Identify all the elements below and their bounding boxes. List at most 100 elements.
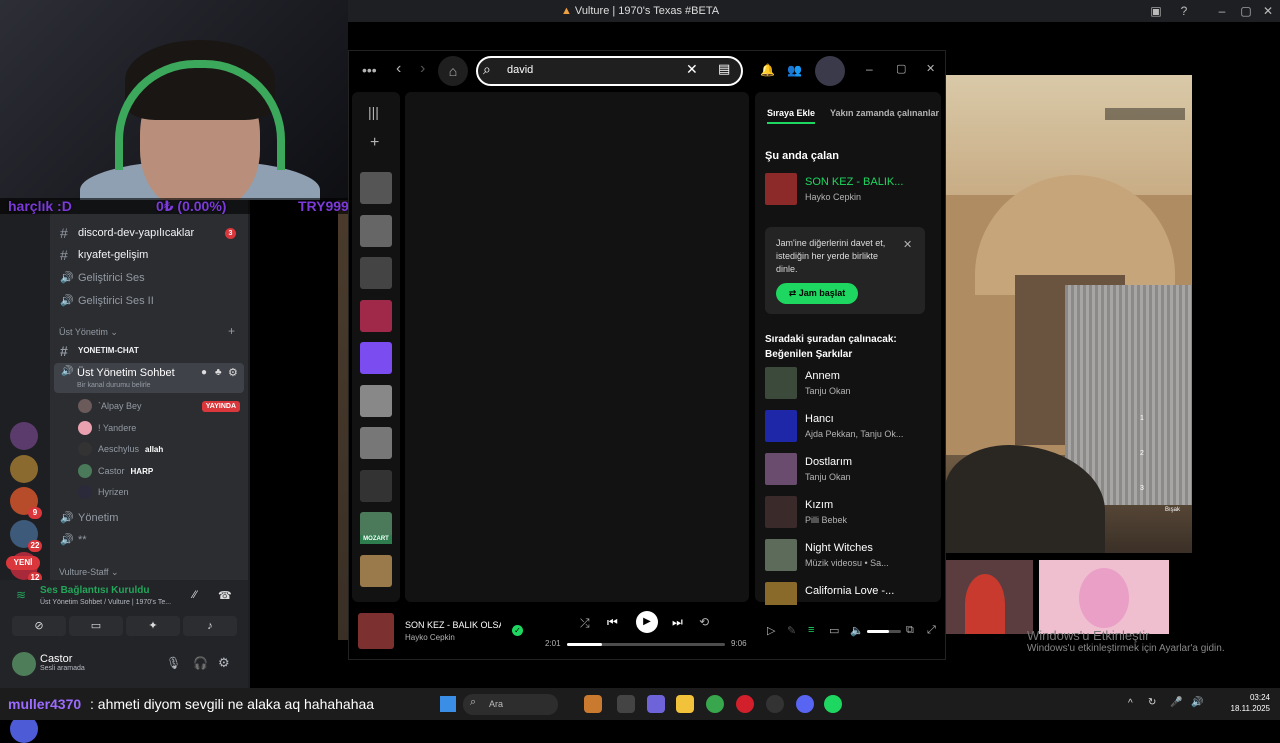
tray-sync-icon[interactable]: ↻ — [1148, 697, 1156, 708]
start-jam-button[interactable]: ⇄ Jam başlat — [776, 283, 858, 304]
server-icon[interactable] — [10, 454, 38, 483]
camera-toggle-button[interactable]: ⊘ — [12, 616, 66, 636]
player-cover[interactable] — [358, 613, 394, 649]
library-cover[interactable]: MOZART — [360, 512, 392, 544]
now-playing-artist[interactable]: Hayko Cepkin — [805, 192, 861, 202]
queue-cover[interactable] — [765, 367, 797, 399]
maximize-button[interactable]: ▢ — [1237, 3, 1255, 19]
queue-track-title[interactable]: Night Witches — [805, 542, 873, 554]
queue-cover[interactable] — [765, 496, 797, 528]
fullscreen-icon[interactable]: ⤢ — [927, 624, 936, 637]
now-playing-view-icon[interactable]: ▷ — [767, 624, 775, 637]
player-title[interactable]: SON KEZ - BALIK OLSA — [405, 620, 501, 630]
queue-icon[interactable]: ≡ — [808, 624, 814, 636]
library-cover[interactable] — [360, 257, 392, 289]
library-cover[interactable] — [360, 299, 392, 332]
lyrics-icon[interactable]: ✎ — [787, 624, 796, 637]
library-cover[interactable] — [360, 469, 392, 502]
close-jam-icon[interactable]: ✕ — [903, 238, 912, 251]
microphone-icon[interactable]: 🎙 — [166, 656, 181, 670]
library-cover[interactable] — [360, 214, 392, 247]
user-settings-icon[interactable]: ⚙ — [218, 655, 230, 671]
channel-yonetim[interactable]: 🔊 Yönetim — [58, 507, 244, 529]
add-channel-icon[interactable]: + — [228, 324, 235, 338]
voice-user[interactable]: Hyrizen — [78, 482, 248, 502]
repeat-icon[interactable]: ⟲ — [699, 615, 709, 629]
app-icon-spotify[interactable] — [824, 695, 842, 713]
avatar[interactable] — [12, 652, 36, 676]
app-icon-taskview[interactable] — [617, 695, 635, 713]
soundboard-button[interactable]: ♪ — [183, 616, 237, 636]
channel-discord-dev[interactable]: # discord-dev-yapılıcaklar 3 — [58, 222, 244, 244]
start-icon[interactable] — [440, 696, 456, 712]
queue-track-artist[interactable]: Pilli Bebek — [805, 515, 847, 525]
library-cover[interactable] — [360, 342, 392, 374]
library-icon[interactable]: ||| — [368, 104, 379, 120]
library-cover[interactable] — [360, 427, 392, 459]
voice-user[interactable]: `Alpay Bey YAYINDA — [78, 396, 248, 416]
queue-cover[interactable] — [765, 539, 797, 571]
library-cover[interactable] — [360, 172, 392, 204]
next-icon[interactable]: ⏭ — [672, 615, 683, 630]
volume-icon[interactable]: 🔈 — [850, 624, 864, 637]
queue-track-title[interactable]: Annem — [805, 370, 840, 382]
add-icon[interactable]: + — [370, 134, 379, 152]
clear-search-icon[interactable]: ✕ — [686, 61, 698, 78]
queue-track-title[interactable]: California Love -... — [805, 585, 894, 597]
voice-connected-sub[interactable]: Üst Yönetim Sohbet / Vulture | 1970's Te… — [40, 599, 171, 606]
queue-cover[interactable] — [765, 410, 797, 442]
close-button[interactable]: ✕ — [1259, 3, 1277, 19]
app-icon-explorer[interactable] — [676, 695, 694, 713]
queue-track-title[interactable]: Dostlarım — [805, 456, 852, 468]
tray-chevron-icon[interactable]: ^ — [1128, 698, 1133, 709]
tray-mic-icon[interactable]: 🎤 — [1170, 697, 1182, 708]
home-icon[interactable]: ⌂ — [438, 56, 468, 86]
noise-suppression-icon[interactable]: ⁄⁄ — [193, 589, 197, 601]
friends-icon[interactable]: 👥 — [787, 63, 802, 77]
server-icon[interactable] — [10, 422, 38, 450]
voice-user[interactable]: Aeschylus allah — [78, 439, 248, 459]
queue-track-title[interactable]: Hancı — [805, 413, 834, 425]
disconnect-icon[interactable]: ☎ — [218, 589, 232, 602]
app-icon-chrome[interactable] — [706, 695, 724, 713]
minimize-button[interactable]: – — [866, 62, 873, 76]
screen-share-button[interactable]: ▭ — [69, 616, 123, 636]
app-icon-copilot[interactable] — [647, 695, 665, 713]
queue-track-artist[interactable]: Ajda Pekkan, Tanju Ok... — [805, 429, 903, 439]
play-button[interactable]: ▶ — [636, 611, 658, 633]
more-options-icon[interactable]: ••• — [362, 62, 377, 78]
queue-track-artist[interactable]: Tanju Okan — [805, 386, 851, 396]
channel-kiyafet[interactable]: # kıyafet-gelişim — [58, 244, 244, 266]
close-button[interactable]: ✕ — [926, 62, 935, 75]
activities-button[interactable]: ✦ — [126, 616, 180, 636]
queue-track-artist[interactable]: Tanju Okan — [805, 472, 851, 482]
library-cover[interactable] — [360, 554, 392, 587]
inbox-icon[interactable]: ▣ — [1147, 3, 1165, 19]
category-vulture-staff[interactable]: Vulture-Staff ⌄ — [59, 567, 119, 578]
app-icon-game[interactable] — [584, 695, 602, 713]
minimize-button[interactable]: – — [1213, 3, 1231, 19]
settings-gear-icon[interactable]: ⚙ — [228, 366, 238, 379]
app-icon-opera[interactable] — [736, 695, 754, 713]
browse-icon[interactable]: ▤ — [718, 61, 730, 77]
tab-queue[interactable]: Sıraya Ekle — [767, 108, 815, 118]
voice-user[interactable]: ! Yandere — [78, 418, 248, 438]
avatar[interactable] — [815, 56, 845, 86]
app-icon-discord[interactable] — [796, 695, 814, 713]
channel-gelistirici-ses-2[interactable]: 🔊 Geliştirici Ses II — [58, 290, 244, 312]
help-icon[interactable]: ? — [1175, 3, 1193, 19]
tab-recent[interactable]: Yakın zamanda çalınanlar — [830, 108, 939, 118]
shuffle-icon[interactable]: ⤮ — [580, 616, 590, 631]
channel-gelistirici-ses[interactable]: 🔊 Geliştirici Ses — [58, 267, 244, 289]
liked-check-icon[interactable]: ✓ — [512, 625, 523, 636]
server-icon[interactable]: 9 — [10, 487, 42, 519]
taskbar-search[interactable]: Ara — [463, 694, 558, 715]
previous-icon[interactable]: ⏮ — [607, 615, 618, 630]
back-icon[interactable]: ‹ — [396, 60, 401, 78]
voice-user[interactable]: Castor HARP — [78, 461, 248, 481]
category-ust-yonetim[interactable]: Üst Yönetim ⌄ — [59, 327, 118, 338]
voice-channel-status[interactable]: Bir kanal durumu belirle — [77, 382, 151, 389]
connect-device-icon[interactable]: ▭ — [829, 624, 839, 637]
library-cover[interactable] — [360, 384, 392, 417]
maximize-button[interactable]: ▢ — [896, 62, 906, 75]
